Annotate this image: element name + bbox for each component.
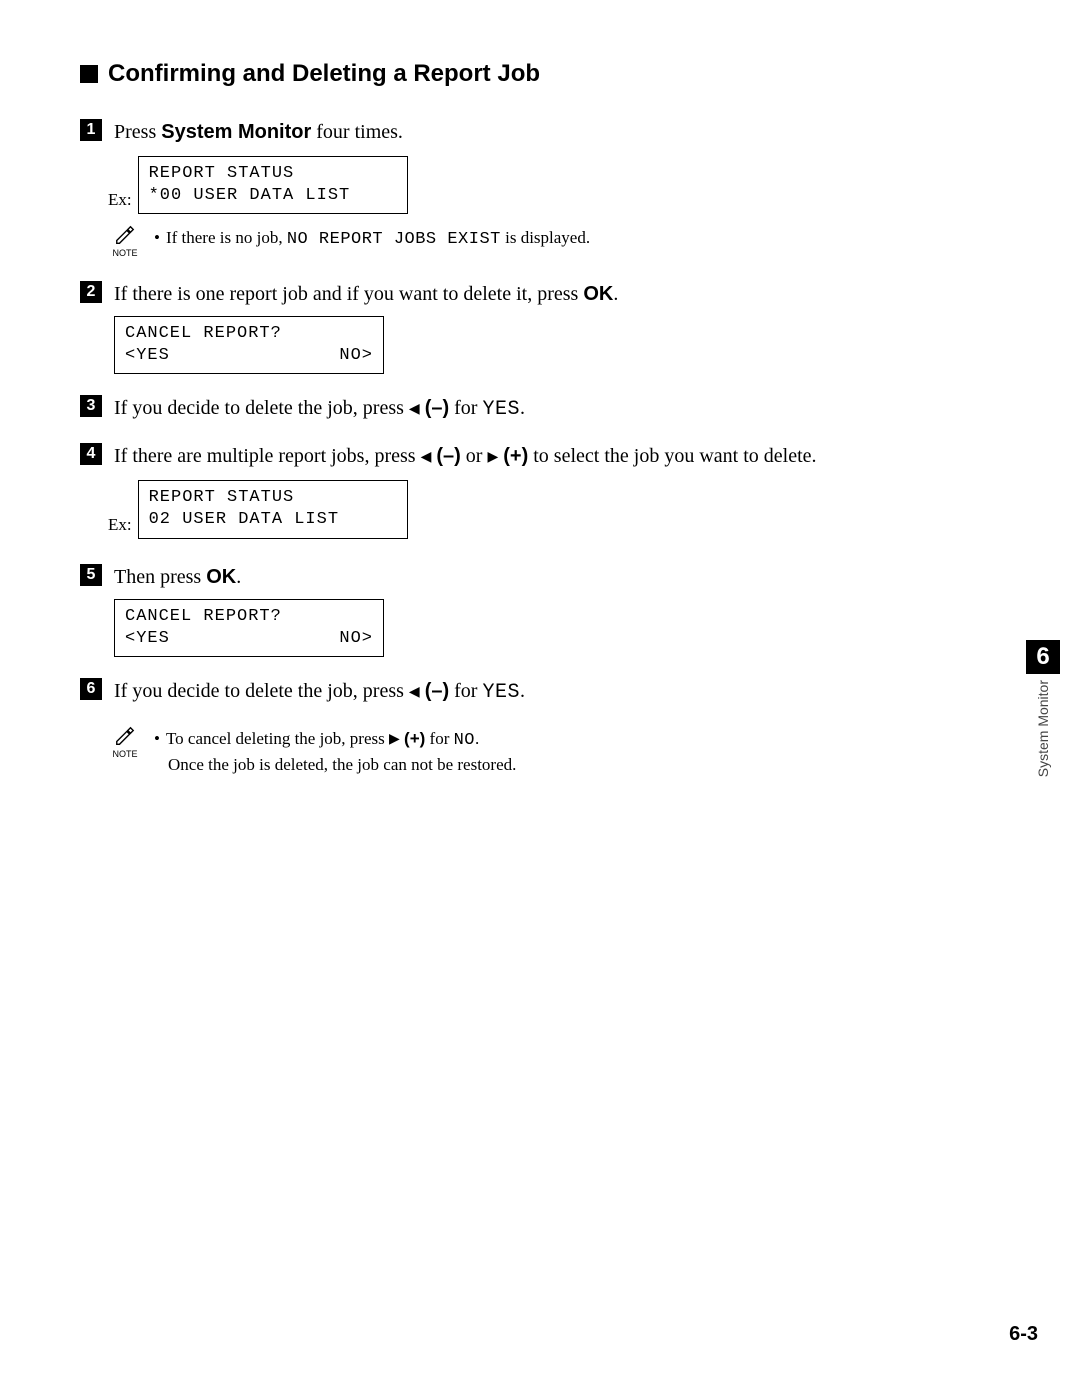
triangle-left-icon [409, 680, 420, 702]
triangle-right-icon [389, 729, 400, 748]
triangle-left-icon [409, 397, 420, 419]
lcd-line: REPORT STATUS [149, 163, 397, 185]
bullet-icon: • [154, 226, 160, 253]
step-4: 4 If there are multiple report jobs, pre… [80, 440, 990, 472]
step-3: 3 If you decide to delete the job, press… [80, 392, 990, 426]
step-body: Then press OK. [114, 561, 990, 593]
text: . [520, 397, 525, 419]
text: to select the job you want to delete. [528, 445, 816, 467]
step-body: Press System Monitor four times. [114, 116, 990, 148]
text: If there is one report job and if you wa… [114, 283, 583, 305]
text: for [449, 397, 482, 419]
chapter-number: 6 [1026, 640, 1060, 674]
plus-label: (+) [503, 445, 528, 467]
lcd-line: *00 USER DATA LIST [149, 185, 397, 207]
note-label: NOTE [112, 749, 137, 759]
button-name: OK [206, 566, 236, 588]
note-2: NOTE •To cancel deleting the job, press … [112, 725, 990, 778]
note-icon-group: NOTE [112, 224, 138, 258]
pencil-icon [114, 725, 136, 747]
text: four times. [311, 121, 403, 143]
text: . [520, 680, 525, 702]
step-body: If you decide to delete the job, press (… [114, 675, 990, 709]
text: . [236, 566, 241, 588]
text: . [613, 283, 618, 305]
text: Press [114, 121, 161, 143]
step-2: 2 If there is one report job and if you … [80, 278, 990, 310]
lcd-display: REPORT STATUS *00 USER DATA LIST [138, 156, 408, 214]
lcd-line: 02 USER DATA LIST [149, 509, 397, 531]
step-body: If you decide to delete the job, press (… [114, 392, 990, 426]
ex-label: Ex: [108, 190, 132, 214]
step-body: If there is one report job and if you wa… [114, 278, 990, 310]
text: for [449, 680, 482, 702]
step-body: If there are multiple report jobs, press… [114, 440, 990, 472]
note-text: If there is no job, NO REPORT JOBS EXIST… [166, 226, 590, 253]
minus-label: (–) [425, 680, 449, 702]
section-title: Confirming and Deleting a Report Job [80, 60, 990, 88]
minus-label: (–) [425, 397, 449, 419]
step-1: 1 Press System Monitor four times. [80, 116, 990, 148]
step-number-2: 2 [80, 281, 102, 303]
note-text: To cancel deleting the job, press (+) fo… [166, 727, 479, 754]
step-number-1: 1 [80, 119, 102, 141]
note-icon-group: NOTE [112, 725, 138, 759]
lcd-line: <YESNO> [125, 345, 373, 367]
step-number-4: 4 [80, 443, 102, 465]
triangle-right-icon [487, 445, 498, 467]
text: or [461, 445, 488, 467]
text: If you decide to delete the job, press [114, 397, 409, 419]
text: If there are multiple report jobs, press [114, 445, 421, 467]
note-content: •To cancel deleting the job, press (+) f… [154, 725, 516, 778]
step-number-3: 3 [80, 395, 102, 417]
ex-label: Ex: [108, 515, 132, 539]
note-content: •If there is no job, NO REPORT JOBS EXIS… [154, 224, 590, 253]
text: Then press [114, 566, 206, 588]
step-number-6: 6 [80, 678, 102, 700]
lcd-display: CANCEL REPORT? <YESNO> [114, 316, 384, 374]
pencil-icon [114, 224, 136, 246]
button-name: System Monitor [161, 121, 311, 143]
lcd-line: CANCEL REPORT? [125, 606, 373, 628]
note-text: Once the job is deleted, the job can not… [154, 753, 516, 778]
step-6: 6 If you decide to delete the job, press… [80, 675, 990, 709]
step-number-5: 5 [80, 564, 102, 586]
bullet-icon: • [154, 727, 160, 754]
text: If you decide to delete the job, press [114, 680, 409, 702]
side-tab: 6 System Monitor [1026, 640, 1060, 777]
minus-label: (–) [436, 445, 460, 467]
lcd-display: CANCEL REPORT? <YESNO> [114, 599, 384, 657]
note-label: NOTE [112, 248, 137, 258]
triangle-left-icon [421, 445, 432, 467]
lcd-display: REPORT STATUS 02 USER DATA LIST [138, 480, 408, 538]
step-5: 5 Then press OK. [80, 561, 990, 593]
lcd-line: CANCEL REPORT? [125, 323, 373, 345]
yes-label: YES [482, 681, 520, 704]
lcd-line: REPORT STATUS [149, 487, 397, 509]
page-number: 6-3 [1009, 1323, 1038, 1346]
lcd-line: <YESNO> [125, 628, 373, 650]
note-1: NOTE •If there is no job, NO REPORT JOBS… [112, 224, 990, 258]
button-name: OK [583, 283, 613, 305]
chapter-label: System Monitor [1035, 680, 1051, 777]
section-title-text: Confirming and Deleting a Report Job [108, 60, 540, 88]
lcd-example-1: Ex: REPORT STATUS *00 USER DATA LIST [108, 156, 990, 214]
square-bullet-icon [80, 65, 98, 83]
yes-label: YES [482, 398, 520, 421]
lcd-example-4: Ex: REPORT STATUS 02 USER DATA LIST [108, 480, 990, 538]
